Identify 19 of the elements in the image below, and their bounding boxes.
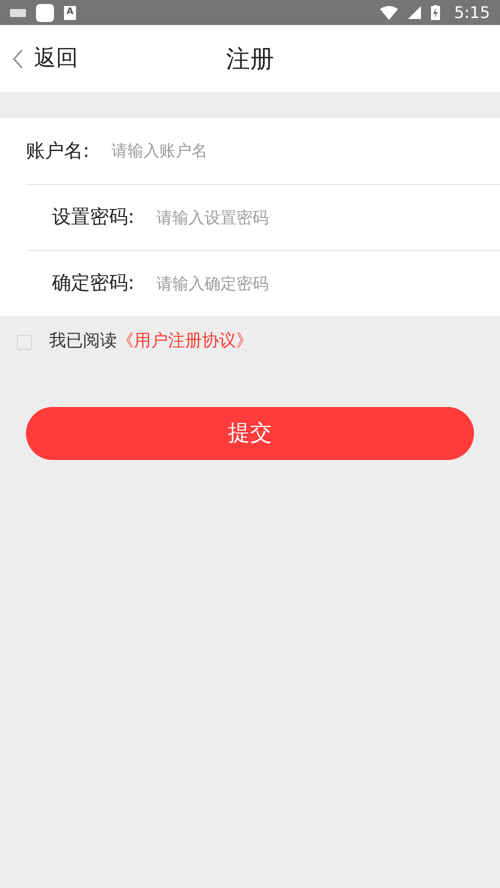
agreement-text: 我已阅读 <box>49 330 117 354</box>
agreement-link[interactable]: 《用户注册协议》 <box>117 329 253 355</box>
field-label: 账户名: <box>26 138 90 164</box>
app-icon <box>36 4 54 22</box>
page-title: 注册 <box>226 44 274 74</box>
submit-button[interactable]: 提交 <box>26 407 474 460</box>
back-button[interactable]: 返回 <box>0 42 78 75</box>
input-field[interactable]: 请输入账户名 <box>111 139 500 163</box>
signal-icon <box>408 6 422 19</box>
agreement-checkbox[interactable] <box>17 334 32 350</box>
notification-letter: A <box>64 6 76 20</box>
field-label: 确定密码: <box>52 271 134 296</box>
field-label: 设置密码: <box>52 205 134 230</box>
clock: 5:15 <box>454 2 490 24</box>
input-field[interactable]: 请输入确定密码 <box>156 272 500 296</box>
battery-icon <box>431 5 440 20</box>
wifi-icon <box>380 6 398 20</box>
chevron-left-icon <box>12 48 24 68</box>
input-field[interactable]: 请输入设置密码 <box>156 206 500 230</box>
